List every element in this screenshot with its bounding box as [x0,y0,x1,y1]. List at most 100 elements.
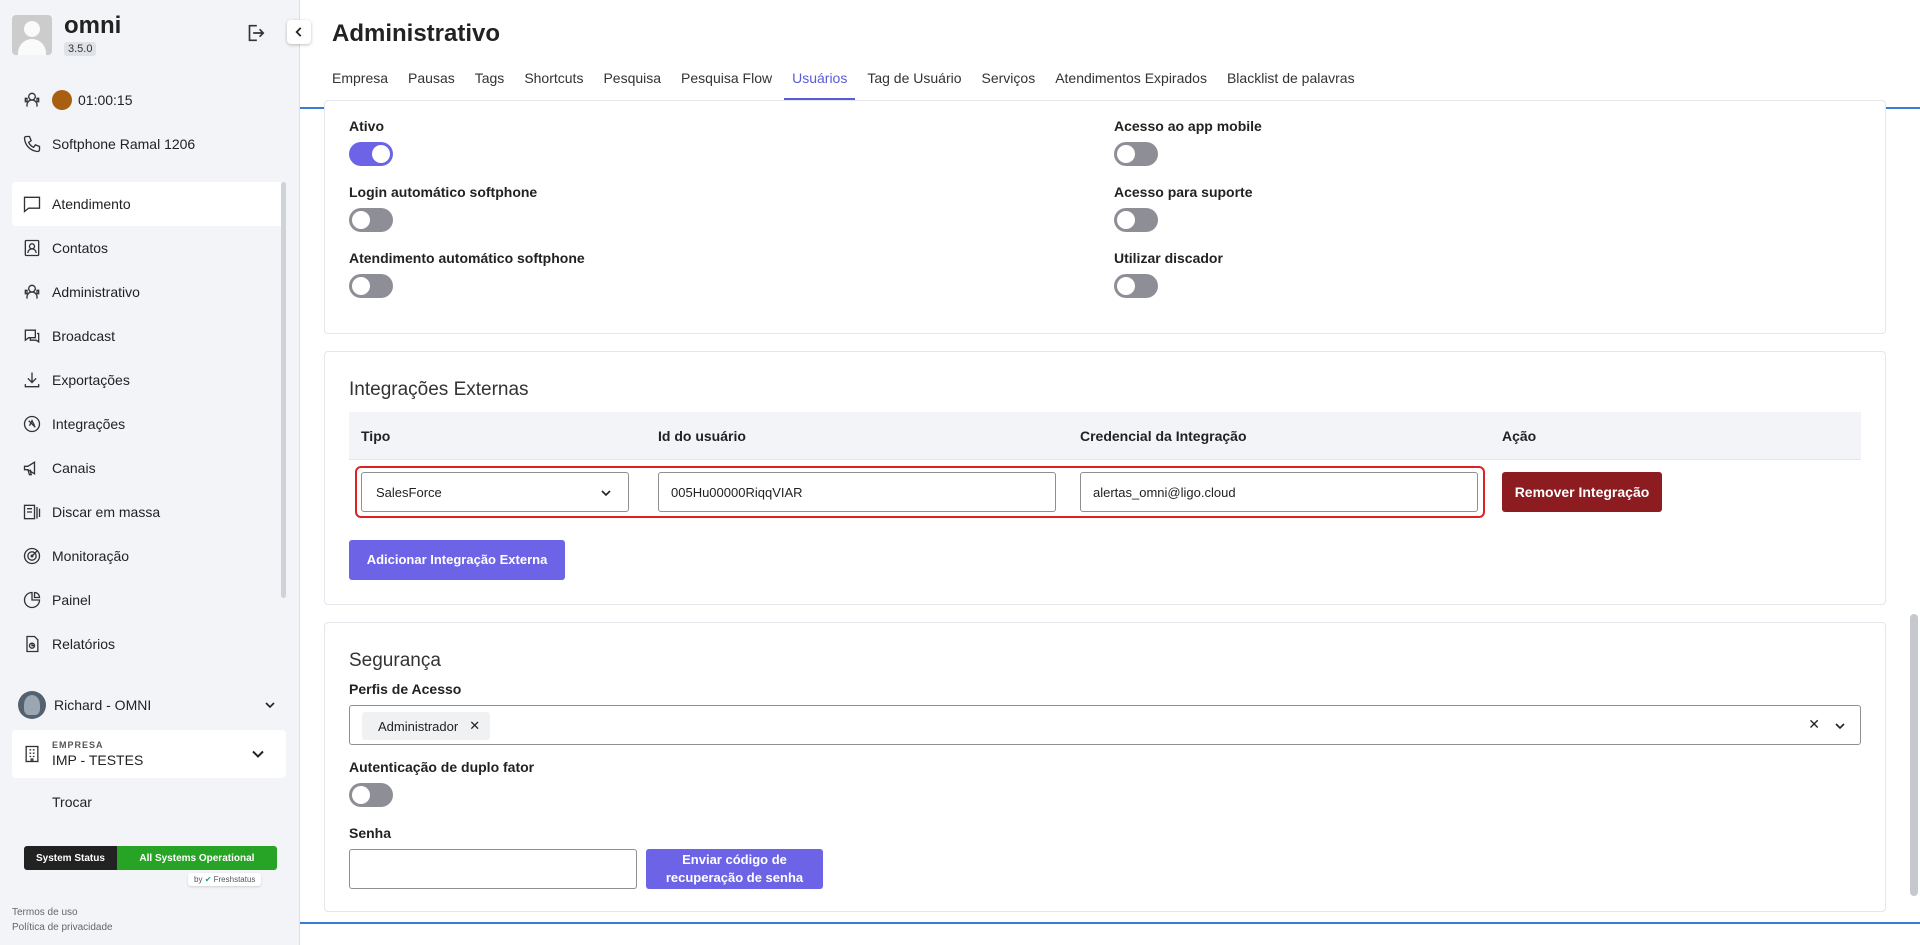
freshstatus-badge: by ✔ Freshstatus [188,873,262,886]
phone-icon [23,135,41,153]
main-nav: Atendimento Contatos Administrativo Broa… [12,182,286,666]
tab-shortcuts[interactable]: Shortcuts [524,70,583,100]
discador-label: Utilizar discador [1114,250,1223,266]
remove-chip-icon[interactable]: ✕ [469,718,480,734]
nav-item-discar-em-massa[interactable]: Discar em massa [12,490,286,534]
nav-item-atendimento[interactable]: Atendimento [12,182,286,226]
profiles-select[interactable]: Administrador ✕ ✕ [349,705,1861,745]
sidebar-scrollbar[interactable] [281,182,286,598]
suporte-toggle[interactable] [1114,208,1158,232]
status-value: All Systems Operational [116,846,277,870]
terms-link[interactable]: Termos de uso [12,905,113,920]
tab-servicos[interactable]: Serviços [982,70,1036,100]
integrations-title: Integrações Externas [349,379,529,400]
status-label: System Status [24,846,117,870]
user-menu[interactable]: Richard - OMNI [12,686,286,724]
integration-credential-input[interactable]: alertas_omni@ligo.cloud [1080,472,1478,512]
company-name: IMP - TESTES [52,752,144,768]
footer-links: Termos de uso Política de privacidade [12,905,113,935]
chevron-down-icon [252,750,264,758]
company-selector[interactable]: EMPRESA IMP - TESTES [12,730,286,778]
status-timer-row[interactable]: 01:00:15 [22,90,133,110]
integrations-card: Integrações Externas Tipo Id do usuário … [324,351,1886,605]
chat-icon [23,196,41,213]
chevron-down-icon [601,490,611,497]
ativo-label: Ativo [349,118,384,134]
tab-empresa[interactable]: Empresa [332,70,388,100]
nav-item-painel[interactable]: Painel [12,578,286,622]
col-credential: Credencial da Integração [1080,428,1247,444]
monitor-icon [23,547,41,565]
timer: 01:00:15 [78,92,133,108]
tab-blacklist[interactable]: Blacklist de palavras [1227,70,1355,100]
check-icon: ✔ [204,875,212,884]
twofa-toggle[interactable] [349,783,393,807]
remove-integration-button[interactable]: Remover Integração [1502,472,1662,512]
user-name: Richard - OMNI [54,697,152,713]
nav-item-administrativo[interactable]: Administrativo [12,270,286,314]
recover-password-button[interactable]: Enviar código de recuperação de senha [646,849,823,889]
integration-type-select[interactable]: SalesForce [361,472,629,512]
clear-icon[interactable]: ✕ [1808,716,1820,733]
building-icon [25,745,39,763]
profile-chip: Administrador ✕ [362,712,491,740]
app-mobile-toggle[interactable] [1114,142,1158,166]
tab-pausas[interactable]: Pausas [408,70,455,100]
switch-company-link[interactable]: Trocar [52,794,92,810]
integration-user-id-input[interactable]: 005Hu00000RiqqVIAR [658,472,1056,512]
nav-item-contatos[interactable]: Contatos [12,226,286,270]
profiles-label: Perfis de Acesso [349,681,462,697]
system-status-widget[interactable]: System Status All Systems Operational [24,846,277,870]
app-version: 3.5.0 [64,42,97,56]
company-caption: EMPRESA [52,740,104,750]
nav-item-integracoes[interactable]: Integrações [12,402,286,446]
headset-icon [24,92,40,107]
ativo-toggle[interactable] [349,142,393,166]
discador-toggle[interactable] [1114,274,1158,298]
nav-label: Relatórios [52,636,116,652]
mass-dial-icon [23,504,41,520]
tab-pesquisa[interactable]: Pesquisa [603,70,661,100]
tab-atendimentos-expirados[interactable]: Atendimentos Expirados [1055,70,1207,100]
logout-icon[interactable] [244,22,266,44]
main-scrollbar[interactable] [1910,614,1918,896]
nav-item-monitoracao[interactable]: Monitoração [12,534,286,578]
tab-bar: Empresa Pausas Tags Shortcuts Pesquisa P… [332,70,1375,100]
privacy-link[interactable]: Política de privacidade [12,920,113,935]
login-auto-toggle[interactable] [349,208,393,232]
softphone-label: Softphone Ramal 1206 [52,136,196,152]
nav-label: Canais [52,460,96,476]
nav-label: Administrativo [52,284,140,300]
nav-label: Discar em massa [52,504,161,520]
chevron-down-icon[interactable] [1832,718,1848,734]
chevron-down-icon [265,702,275,709]
nav-label: Exportações [52,372,130,388]
integrations-table-header: Tipo Id do usuário Credencial da Integra… [349,412,1861,460]
megaphone-icon [23,460,36,476]
collapse-sidebar-button[interactable] [287,20,311,44]
nav-label: Integrações [52,416,126,432]
security-card: Segurança Perfis de Acesso Administrador… [324,622,1886,912]
tab-tags[interactable]: Tags [475,70,505,100]
nav-item-relatorios[interactable]: Relatórios [12,622,286,666]
avatar [18,691,46,719]
profile-chip-label: Administrador [378,718,459,734]
atend-auto-toggle[interactable] [349,274,393,298]
integration-type-value: SalesForce [376,484,442,500]
softphone-row[interactable]: Softphone Ramal 1206 [22,134,195,154]
nav-item-broadcast[interactable]: Broadcast [12,314,286,358]
nav-item-canais[interactable]: Canais [12,446,286,490]
tab-usuarios[interactable]: Usuários [784,70,856,100]
page-title: Administrativo [332,20,501,47]
add-integration-button[interactable]: Adicionar Integração Externa [349,540,565,580]
app-name: omni [64,12,122,39]
tab-pesquisa-flow[interactable]: Pesquisa Flow [681,70,772,100]
login-auto-label: Login automático softphone [349,184,538,200]
chevron-left-icon [295,27,302,37]
status-brand: Freshstatus [213,875,256,884]
broadcast-icon [24,329,40,344]
tab-tag-de-usuario[interactable]: Tag de Usuário [867,70,961,100]
nav-item-exportacoes[interactable]: Exportações [12,358,286,402]
status-by: by [194,875,203,884]
password-input[interactable] [349,849,637,889]
